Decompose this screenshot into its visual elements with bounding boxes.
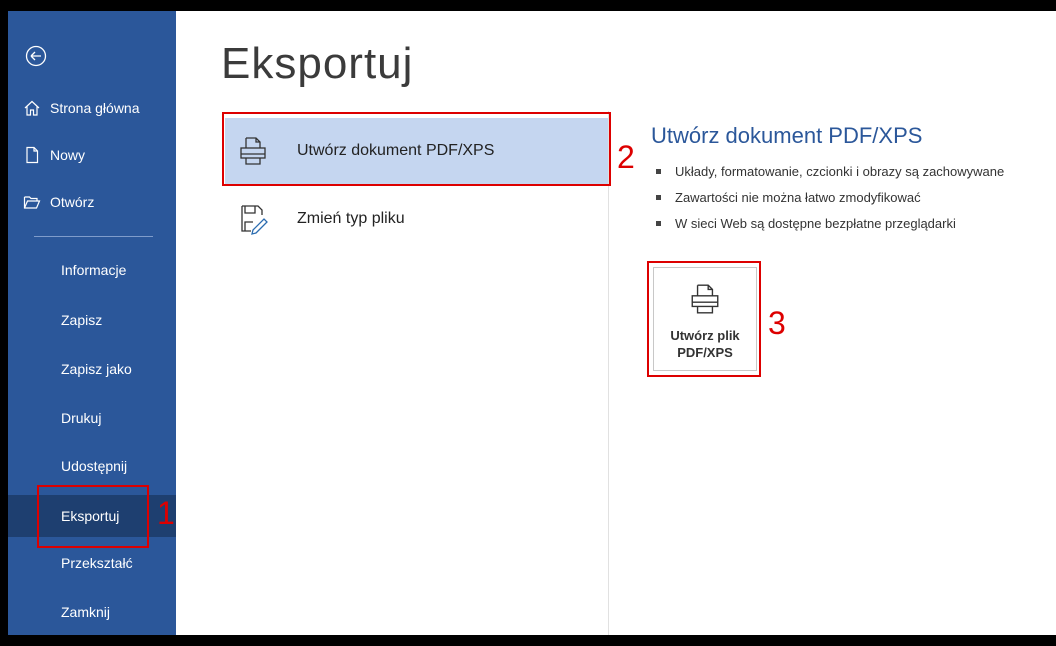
detail-title: Utwórz dokument PDF/XPS <box>651 123 923 148</box>
bullet-text: Układy, formatowanie, czcionki i obrazy … <box>675 163 1005 179</box>
export-option-label: Utwórz dokument PDF/XPS <box>297 142 495 159</box>
sidebar-item-export[interactable]: Eksportuj <box>8 495 176 537</box>
list-item: W sieci Web są dostępne bezpłatne przegl… <box>656 210 1004 236</box>
sidebar-item-label: Otwórz <box>50 194 95 210</box>
sidebar-item-open[interactable]: Otwórz <box>8 187 176 217</box>
list-item: Zawartości nie można łatwo zmodyfikować <box>656 184 1004 210</box>
sidebar-item-label: Zapisz jako <box>61 361 132 377</box>
sidebar-item-label: Przekształć <box>61 555 133 571</box>
bullet-text: Zawartości nie można łatwo zmodyfikować <box>675 189 921 205</box>
sidebar-item-label: Zamknij <box>61 604 111 620</box>
page-title: Eksportuj <box>221 39 414 88</box>
backstage-sidebar: Strona główna Nowy Otwórz Informacje Zap… <box>8 11 176 635</box>
export-option-change-file-type[interactable]: Zmień typ pliku <box>225 186 608 252</box>
sidebar-item-label: Eksportuj <box>61 508 120 524</box>
sidebar-item-label: Informacje <box>61 262 127 278</box>
sidebar-item-label: Drukuj <box>61 410 102 426</box>
back-arrow-icon[interactable] <box>25 45 47 67</box>
sidebar-item-print[interactable]: Drukuj <box>8 397 176 439</box>
sidebar-item-label: Strona główna <box>50 100 140 116</box>
sidebar-item-transform[interactable]: Przekształć <box>8 542 176 584</box>
button-label: Utwórz plik PDF/XPS <box>670 328 740 360</box>
sidebar-separator <box>34 236 153 237</box>
annotation-number-1: 1 <box>157 495 175 531</box>
list-item: Układy, formatowanie, czcionki i obrazy … <box>656 158 1004 184</box>
export-option-create-pdf[interactable]: Utwórz dokument PDF/XPS <box>225 118 608 184</box>
annotation-number-3: 3 <box>768 305 786 341</box>
change-file-type-icon <box>233 199 273 239</box>
panel-divider <box>608 111 609 635</box>
sidebar-item-share[interactable]: Udostępnij <box>8 445 176 487</box>
export-option-label: Zmień typ pliku <box>297 210 405 227</box>
word-backstage: Strona główna Nowy Otwórz Informacje Zap… <box>8 11 1056 635</box>
folder-open-icon <box>22 192 42 212</box>
sidebar-item-label: Zapisz <box>61 312 103 328</box>
sidebar-item-new[interactable]: Nowy <box>8 140 176 170</box>
sidebar-item-save-as[interactable]: Zapisz jako <box>8 348 176 390</box>
sidebar-item-label: Nowy <box>50 147 86 163</box>
create-pdf-xps-button[interactable]: Utwórz plik PDF/XPS <box>653 267 757 371</box>
bullet-square-icon <box>656 220 661 226</box>
sidebar-item-save[interactable]: Zapisz <box>8 299 176 341</box>
sidebar-item-info[interactable]: Informacje <box>8 249 176 291</box>
sidebar-item-label: Udostępnij <box>61 458 128 474</box>
pdf-printer-icon <box>233 131 273 171</box>
bullet-text: W sieci Web są dostępne bezpłatne przegl… <box>675 215 956 231</box>
bullet-square-icon <box>656 194 661 200</box>
bullet-square-icon <box>656 168 661 174</box>
detail-bullet-list: Układy, formatowanie, czcionki i obrazy … <box>656 158 1004 236</box>
home-icon <box>22 98 42 118</box>
pdf-printer-icon <box>688 282 722 321</box>
new-document-icon <box>22 145 42 165</box>
sidebar-item-home[interactable]: Strona główna <box>8 93 176 123</box>
annotation-number-2: 2 <box>617 139 635 175</box>
sidebar-item-close[interactable]: Zamknij <box>8 591 176 633</box>
